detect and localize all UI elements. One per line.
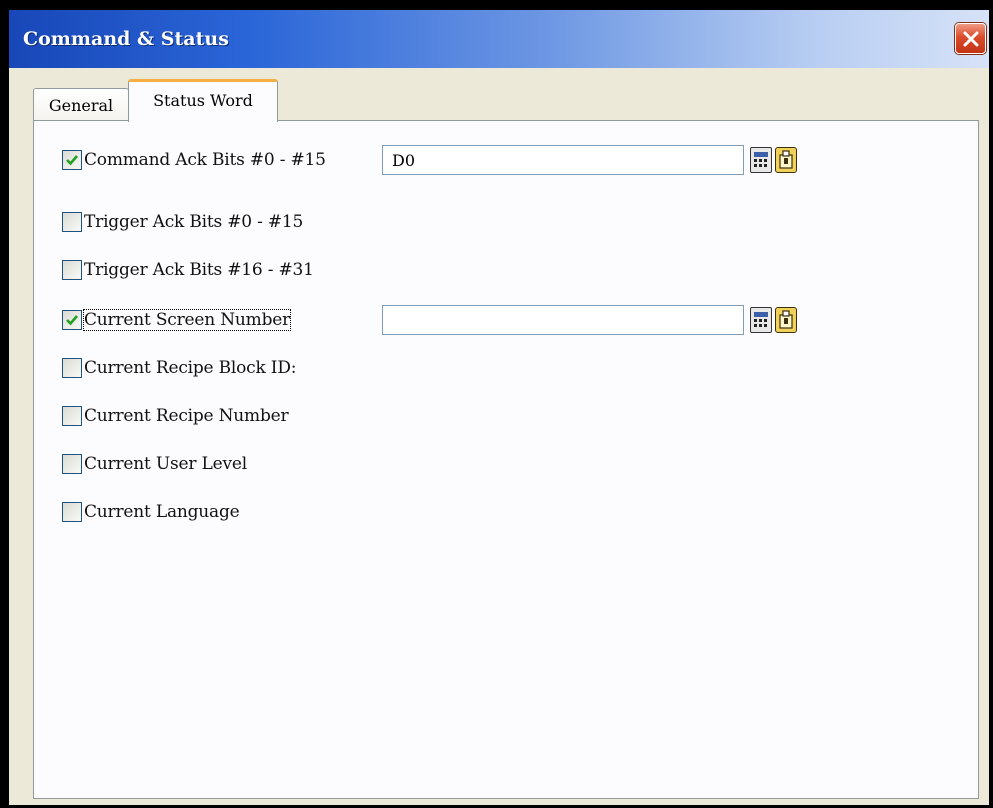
current-language-label: Current Language: [84, 502, 240, 522]
checkmark-icon: [66, 315, 78, 326]
trigger-ack-16-31-label: Trigger Ack Bits #16 - #31: [84, 260, 314, 280]
current-screen-number-label: Current Screen Number: [82, 309, 292, 331]
current-screen-number-address-input[interactable]: [382, 305, 744, 335]
current-screen-number-row: Current Screen Number: [62, 307, 292, 333]
current-screen-number-calculator-button[interactable]: [750, 307, 772, 333]
current-recipe-number-label: Current Recipe Number: [84, 406, 289, 426]
current-recipe-number-checkbox[interactable]: [62, 406, 82, 426]
current-user-level-checkbox[interactable]: [62, 454, 82, 474]
command-ack-row: Command Ack Bits #0 - #15: [62, 147, 326, 173]
status-word-panel: Command Ack Bits #0 - #15 Trigger Ack Bi…: [33, 120, 979, 799]
trigger-ack-0-15-label: Trigger Ack Bits #0 - #15: [84, 212, 304, 232]
address-tag-icon: [779, 310, 793, 329]
close-button[interactable]: [955, 23, 986, 54]
trigger-ack-16-31-row: Trigger Ack Bits #16 - #31: [62, 257, 314, 283]
close-icon: [963, 31, 979, 47]
command-ack-label: Command Ack Bits #0 - #15: [84, 150, 326, 170]
window-title: Command & Status: [23, 28, 229, 50]
current-recipe-block-id-label: Current Recipe Block ID:: [84, 358, 297, 378]
command-ack-checkbox[interactable]: [62, 150, 82, 170]
current-user-level-row: Current User Level: [62, 451, 247, 477]
checkmark-icon: [66, 155, 78, 166]
tab-general[interactable]: General: [33, 88, 129, 121]
current-user-level-label: Current User Level: [84, 454, 247, 474]
current-screen-number-checkbox[interactable]: [62, 310, 82, 330]
title-bar[interactable]: Command & Status: [9, 10, 989, 68]
dialog-window: Command & Status General Status Word Com…: [9, 10, 989, 805]
current-screen-number-address-button[interactable]: [775, 307, 797, 333]
current-language-checkbox[interactable]: [62, 502, 82, 522]
command-ack-calculator-button[interactable]: [750, 147, 772, 173]
current-recipe-number-row: Current Recipe Number: [62, 403, 289, 429]
command-ack-address-input[interactable]: [382, 145, 744, 175]
current-language-row: Current Language: [62, 499, 240, 525]
current-recipe-block-id-row: Current Recipe Block ID:: [62, 355, 296, 381]
trigger-ack-0-15-checkbox[interactable]: [62, 212, 82, 232]
calculator-icon: [754, 152, 768, 167]
address-tag-icon: [779, 150, 793, 169]
tab-status-word[interactable]: Status Word: [128, 79, 278, 122]
trigger-ack-16-31-checkbox[interactable]: [62, 260, 82, 280]
trigger-ack-0-15-row: Trigger Ack Bits #0 - #15: [62, 209, 303, 235]
calculator-icon: [754, 312, 768, 327]
command-ack-address-button[interactable]: [775, 147, 797, 173]
current-recipe-block-id-checkbox[interactable]: [62, 358, 82, 378]
